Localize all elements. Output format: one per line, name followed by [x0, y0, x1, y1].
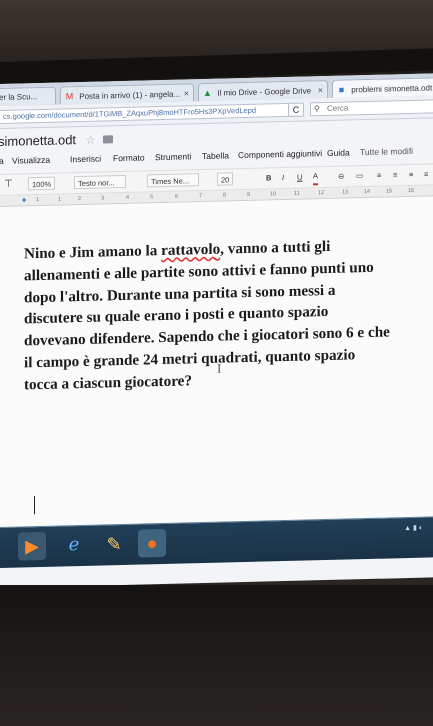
- ruler-mark: 1: [58, 196, 62, 203]
- photo-background-bottom: [0, 585, 433, 726]
- body-text-segment: , vanno a tutti gli: [220, 237, 331, 258]
- docs-icon: ■: [338, 84, 345, 95]
- italic-button[interactable]: I: [282, 171, 284, 184]
- style-select[interactable]: Testo nor...: [74, 174, 126, 190]
- align-justify-icon[interactable]: ≡: [424, 168, 428, 181]
- align-left-icon[interactable]: ≡: [377, 169, 381, 182]
- star-icon[interactable]: ☆: [86, 135, 96, 147]
- ruler-mark: 4: [126, 194, 130, 201]
- mouse-cursor-ibeam: I: [217, 360, 222, 376]
- search-placeholder: Cerca: [327, 103, 349, 114]
- ruler-mark: 10: [270, 191, 277, 198]
- link-icon[interactable]: ⊖: [338, 170, 344, 183]
- font-select[interactable]: Times Ne...: [147, 173, 199, 188]
- menu-item-strumenti[interactable]: Strumenti: [155, 151, 191, 162]
- all-changes-saved-link[interactable]: Tutte le modifi: [360, 146, 413, 157]
- body-text-segment: Nino e Jim amano la: [24, 242, 162, 263]
- menu-item-componenti-aggiuntivi[interactable]: Componenti aggiuntivi: [238, 148, 322, 160]
- close-icon[interactable]: ×: [184, 84, 189, 102]
- drive-icon: ▲: [203, 87, 212, 99]
- ruler-mark: 16: [408, 187, 415, 195]
- menu-item-visualizza[interactable]: Visualizza: [12, 155, 50, 166]
- tab-scuola[interactable]: er la Scu...: [0, 86, 56, 107]
- search-input[interactable]: ⚲ Cerca: [310, 99, 433, 117]
- text-color-button[interactable]: A: [313, 170, 319, 186]
- reload-button[interactable]: C: [288, 102, 304, 117]
- indent-marker-icon[interactable]: ◆: [22, 195, 26, 205]
- gmail-icon: M: [65, 91, 74, 102]
- ruler-mark: 11: [294, 190, 300, 197]
- document-page[interactable]: Nino e Jim amano la rattavolo, vanno a t…: [0, 196, 433, 527]
- document-title[interactable]: simonetta.odt: [0, 132, 76, 149]
- menu-item-tabella[interactable]: Tabella: [202, 150, 229, 161]
- font-size-select[interactable]: 20: [217, 172, 234, 186]
- zoom-select[interactable]: 100%: [28, 176, 56, 191]
- firefox-icon[interactable]: ●: [138, 528, 166, 558]
- url-field[interactable]: cs.google.com/document/d/1TGiMB_ZAqxuPhj…: [0, 102, 298, 125]
- document-body[interactable]: Nino e Jim amano la rattavolo, vanno a t…: [24, 234, 419, 396]
- ruler-mark: 3: [101, 195, 105, 202]
- menu-item-file[interactable]: a: [0, 156, 4, 166]
- ruler-mark: 8: [223, 192, 227, 199]
- search-icon: ⚲: [314, 104, 320, 114]
- folder-icon[interactable]: [103, 135, 114, 144]
- internet-explorer-icon[interactable]: e: [60, 531, 88, 560]
- ruler-mark: 1: [36, 197, 40, 204]
- monitor-screen: er la Scu... M Posta in arrivo (1) - ang…: [0, 73, 433, 588]
- media-player-icon[interactable]: ▶: [18, 531, 46, 561]
- menu-item-guida[interactable]: Guida: [327, 147, 350, 158]
- system-tray[interactable]: ▲ ▮ ◐: [404, 524, 423, 532]
- tab-label: Il mio Drive - Google Drive: [217, 86, 312, 98]
- ruler-mark: 15: [386, 188, 393, 195]
- align-right-icon[interactable]: ≡: [409, 168, 413, 181]
- text-caret: [34, 496, 35, 515]
- close-icon[interactable]: ×: [318, 81, 323, 99]
- menu-item-formato[interactable]: Formato: [113, 152, 145, 163]
- comment-icon[interactable]: ▭: [356, 169, 363, 182]
- tab-label: er la Scu...: [0, 92, 38, 103]
- ruler-mark: 12: [318, 190, 325, 197]
- align-center-icon[interactable]: ≡: [393, 168, 397, 181]
- ruler-mark: 2: [78, 196, 82, 203]
- underline-button[interactable]: U: [297, 171, 302, 184]
- ruler-mark: 6: [175, 193, 179, 200]
- ruler-mark: 13: [342, 189, 349, 196]
- tab-label: problemi simonetta.odt -...: [351, 83, 433, 95]
- paint-format-icon[interactable]: ⊤: [4, 178, 13, 191]
- menu-item-inserisci[interactable]: Inserisci: [70, 154, 101, 165]
- misspelled-word[interactable]: rattavolo: [161, 241, 220, 259]
- ruler-mark: 7: [199, 193, 203, 200]
- tab-label: Posta in arrivo (1) - angela...: [79, 89, 181, 102]
- ruler-mark: 5: [150, 194, 154, 201]
- ruler-mark: 9: [247, 191, 251, 198]
- document-title-area: simonetta.odt ☆: [0, 131, 114, 149]
- ruler-mark: 14: [364, 188, 371, 196]
- file-manager-icon[interactable]: ✎: [100, 530, 128, 559]
- bold-button[interactable]: B: [266, 171, 271, 184]
